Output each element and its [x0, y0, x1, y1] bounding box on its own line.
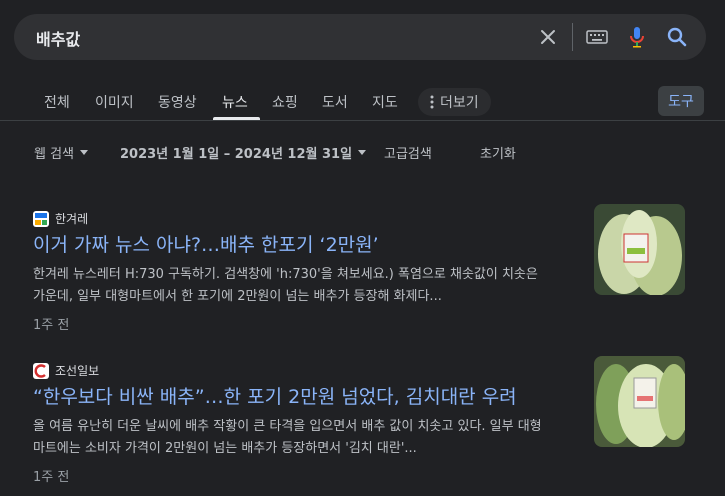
result-snippet: 한겨레 뉴스레터 H:730 구독하기. 검색창에 'h:730'을 쳐보세요.…	[33, 267, 538, 304]
result-snippet: 올 여름 유난히 더운 날씨에 배추 작황이 큰 타격을 입으면서 배추 값이 …	[33, 419, 542, 456]
result-title-link[interactable]: “한우보다 비싼 배추”…한 포기 2만원 넘었다, 김치대란 우려	[33, 382, 517, 409]
tab-images[interactable]: 이미지	[95, 92, 134, 112]
result-time: 1주 전	[33, 470, 70, 485]
close-icon[interactable]	[537, 26, 559, 48]
tab-shopping[interactable]: 쇼핑	[272, 92, 298, 112]
search-bar[interactable]: 배추값	[14, 14, 706, 60]
result-source-name: 조선일보	[55, 364, 100, 378]
hani-logo-icon	[33, 210, 49, 227]
more-tab[interactable]: 더보기	[418, 88, 491, 116]
search-divider	[572, 23, 573, 51]
tab-videos[interactable]: 동영상	[158, 92, 197, 112]
tab-maps[interactable]: 지도	[372, 92, 398, 112]
result-thumbnail[interactable]	[594, 204, 685, 295]
chosun-logo-icon	[33, 362, 49, 379]
date-range-filter-label: 2023년 1월 1일 – 2024년 12월 31일	[120, 147, 353, 162]
chevron-down-icon	[358, 150, 367, 155]
tab-all[interactable]: 전체	[44, 92, 70, 112]
result-source[interactable]: 한겨레	[33, 210, 88, 227]
filter-bar: 웹 검색 2023년 1월 1일 – 2024년 12월 31일 고급검색 초기…	[0, 140, 725, 164]
search-icon[interactable]	[666, 26, 688, 48]
mic-icon[interactable]	[626, 26, 648, 48]
result-time: 1주 전	[33, 318, 70, 333]
result-thumbnail[interactable]	[594, 356, 685, 447]
tab-books[interactable]: 도서	[322, 92, 348, 112]
search-tabs: 전체 이미지 동영상 뉴스 쇼핑 도서 지도 더보기 도구	[0, 84, 725, 120]
advanced-search-link[interactable]: 고급검색	[384, 143, 432, 162]
more-vert-icon	[430, 95, 434, 109]
search-input[interactable]: 배추값	[36, 26, 80, 50]
date-range-filter[interactable]: 2023년 1월 1일 – 2024년 12월 31일	[120, 143, 367, 162]
result-title-link[interactable]: 이거 가짜 뉴스 아냐?…배추 한포기 ‘2만원’	[33, 230, 379, 257]
web-search-filter[interactable]: 웹 검색	[34, 143, 89, 162]
keyboard-icon[interactable]	[586, 26, 608, 48]
reset-filters-link[interactable]: 초기화	[480, 143, 516, 162]
result-source-name: 한겨레	[55, 212, 89, 226]
tools-button[interactable]: 도구	[658, 86, 704, 116]
tab-news[interactable]: 뉴스	[222, 92, 248, 112]
result-source[interactable]: 조선일보	[33, 362, 99, 379]
tabs-divider	[0, 120, 725, 121]
more-tab-label: 더보기	[440, 95, 479, 111]
chevron-down-icon	[80, 150, 89, 155]
web-search-filter-label: 웹 검색	[34, 147, 75, 162]
